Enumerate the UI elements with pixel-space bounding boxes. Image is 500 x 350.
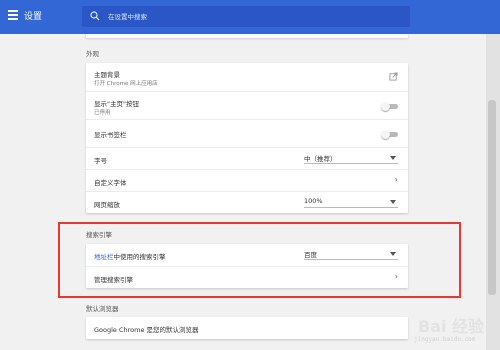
default-browser-card: Google Chrome 是您的默认浏览器 [86, 317, 408, 339]
theme-sub: 打开 Chrome 网上应用店 [94, 81, 158, 87]
page-zoom-dropdown[interactable]: 100% [304, 196, 398, 208]
default-browser-row: Google Chrome 是您的默认浏览器 [86, 317, 408, 339]
section-default-browser-title: 默认浏览器 [86, 305, 119, 313]
chevron-down-icon [390, 200, 396, 204]
watermark-sub: jingyan.baidu.com [414, 336, 476, 343]
font-size-label: 字号 [94, 157, 107, 165]
highlight-box [58, 222, 461, 298]
home-button-sub: 已停用 [94, 110, 111, 116]
page-zoom-label: 网页缩放 [94, 201, 120, 209]
home-button-toggle[interactable] [381, 102, 398, 111]
font-size-row: 字号 中（推荐） [86, 147, 408, 169]
previous-card-edge [86, 34, 408, 38]
bookmarks-bar-toggle[interactable] [381, 130, 398, 139]
section-appearance-title: 外观 [86, 50, 99, 58]
home-button-row[interactable]: 显示"主页"按钮 已停用 [86, 91, 408, 119]
chevron-right-icon: › [394, 175, 398, 184]
theme-row[interactable]: 主题背景 打开 Chrome 网上应用店 [86, 63, 408, 91]
watermark: Bai 经验 jingyan.baidu.com [392, 305, 496, 347]
page-title: 设置 [24, 12, 43, 22]
top-bar: 设置 在设置中搜索 [0, 0, 500, 34]
menu-icon[interactable] [8, 10, 18, 22]
bookmarks-bar-label: 显示书签栏 [94, 131, 127, 139]
scrollbar-thumb[interactable] [488, 100, 496, 295]
appearance-card: 主题背景 打开 Chrome 网上应用店 显示"主页"按钮 已停用 显示书签栏 … [86, 63, 408, 213]
page-zoom-value: 100% [304, 197, 323, 205]
custom-fonts-row[interactable]: 自定义字体 › [86, 169, 408, 191]
search-placeholder: 在设置中搜索 [108, 13, 147, 21]
font-size-value: 中（推荐） [304, 155, 337, 163]
font-size-dropdown[interactable]: 中（推荐） [304, 152, 398, 164]
chevron-down-icon [390, 156, 396, 160]
theme-label: 主题背景 [94, 71, 120, 79]
watermark-text: Bai 经验 [418, 317, 485, 336]
search-input[interactable]: 在设置中搜索 [82, 6, 410, 27]
open-external-icon[interactable] [389, 72, 398, 81]
default-browser-status: Google Chrome 是您的默认浏览器 [94, 326, 199, 334]
bookmarks-bar-row[interactable]: 显示书签栏 [86, 119, 408, 147]
custom-fonts-label: 自定义字体 [94, 179, 127, 187]
page-zoom-row: 网页缩放 100% [86, 191, 408, 213]
search-icon [90, 11, 100, 21]
home-button-label: 显示"主页"按钮 [94, 100, 139, 108]
